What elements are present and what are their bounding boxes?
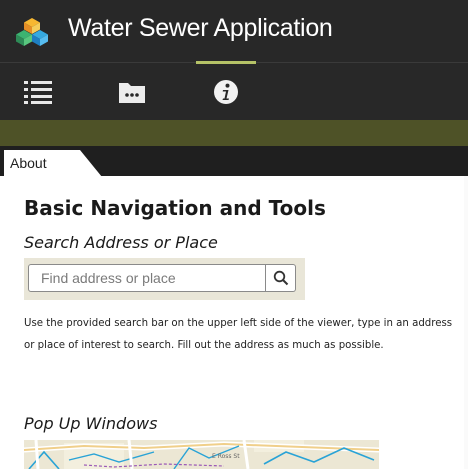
list-icon xyxy=(24,81,52,104)
layer-list-button[interactable] xyxy=(8,63,68,121)
info-icon xyxy=(214,80,238,104)
toolbar xyxy=(0,61,468,121)
documents-button[interactable] xyxy=(102,63,162,121)
panel-scrollbar[interactable] xyxy=(464,176,468,469)
app-title: Water Sewer Application xyxy=(68,14,333,42)
search-description: Use the provided search bar on the upper… xyxy=(24,318,453,352)
tab-about-label: About xyxy=(10,155,47,171)
popup-map-image: E Ross St xyxy=(24,440,379,469)
about-button[interactable] xyxy=(196,61,256,121)
popup-heading: Pop Up Windows xyxy=(24,414,158,433)
map-street-label: E Ross St xyxy=(212,453,240,460)
search-input[interactable]: Find address or place xyxy=(28,264,266,292)
search-widget-image: Find address or place xyxy=(24,258,305,300)
app-header: Water Sewer Application xyxy=(0,0,468,62)
folder-icon xyxy=(119,83,145,103)
section-heading: Basic Navigation and Tools xyxy=(24,196,326,220)
theme-banner xyxy=(0,120,468,146)
colored-cubes-logo-icon xyxy=(16,18,48,46)
search-button[interactable] xyxy=(266,264,296,292)
search-icon xyxy=(273,270,288,286)
search-heading: Search Address or Place xyxy=(24,233,218,252)
